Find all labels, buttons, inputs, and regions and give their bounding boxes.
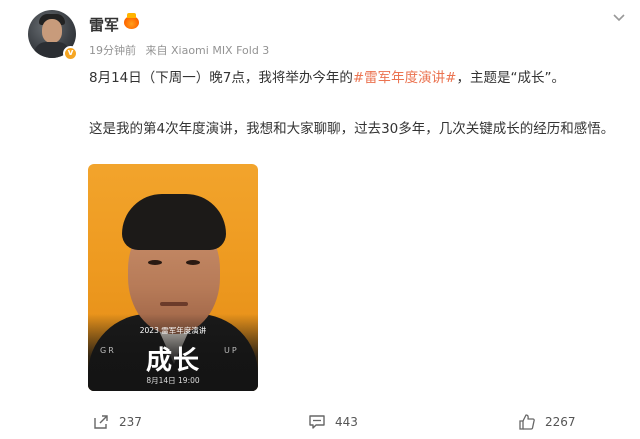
- post-text-line1: 8月14日（下周一）晚7点，我将举办今年的#雷军年度演讲#，主题是“成长”。: [89, 66, 565, 86]
- weibo-post: v 雷军 19分钟前 来自 Xiaomi MIX Fold 3 8月14日（下周…: [0, 0, 640, 439]
- verified-badge-icon: v: [63, 46, 78, 61]
- poster-subtitle: 2023 雷军年度演讲: [139, 326, 207, 335]
- like-icon: [519, 414, 535, 430]
- poster-title: 成长: [145, 346, 200, 376]
- poster-date: 8月14日 19:00: [146, 376, 200, 385]
- comment-icon: [309, 415, 325, 429]
- poster-hair: [122, 194, 226, 250]
- topic-link[interactable]: #雷军年度演讲#: [353, 70, 457, 86]
- poster-mouth: [160, 302, 188, 306]
- crown-icon: [124, 13, 139, 29]
- repost-icon: [94, 415, 108, 429]
- poster-eye-right: [186, 260, 200, 265]
- post-text-paragraph: 这是我的第4次年度演讲，我想和大家聊聊，过去30多年，几次关键成长的经历和感悟。: [89, 121, 615, 137]
- post-text-after: ，主题是“成长”。: [456, 70, 565, 86]
- post-time[interactable]: 19分钟前: [89, 44, 136, 57]
- post-text-before: 8月14日（下周一）晚7点，我将举办今年的: [89, 70, 353, 86]
- like-count: 2267: [545, 415, 576, 429]
- repost-button[interactable]: 237: [92, 408, 142, 436]
- post-meta: 19分钟前 来自 Xiaomi MIX Fold 3: [89, 42, 269, 58]
- like-button[interactable]: 2267: [518, 408, 576, 436]
- poster-eye-left: [148, 260, 162, 265]
- username[interactable]: 雷军: [89, 14, 119, 35]
- chevron-down-icon[interactable]: [612, 13, 626, 23]
- comment-count: 443: [335, 415, 358, 429]
- avatar-face: [42, 19, 62, 43]
- repost-count: 237: [119, 415, 142, 429]
- post-image[interactable]: 2023 雷军年度演讲 GR UP 成长 8月14日 19:00: [88, 164, 258, 391]
- comment-button[interactable]: 443: [308, 408, 358, 436]
- post-source: 来自 Xiaomi MIX Fold 3: [145, 44, 270, 57]
- action-bar: 237 443 2267: [0, 408, 640, 436]
